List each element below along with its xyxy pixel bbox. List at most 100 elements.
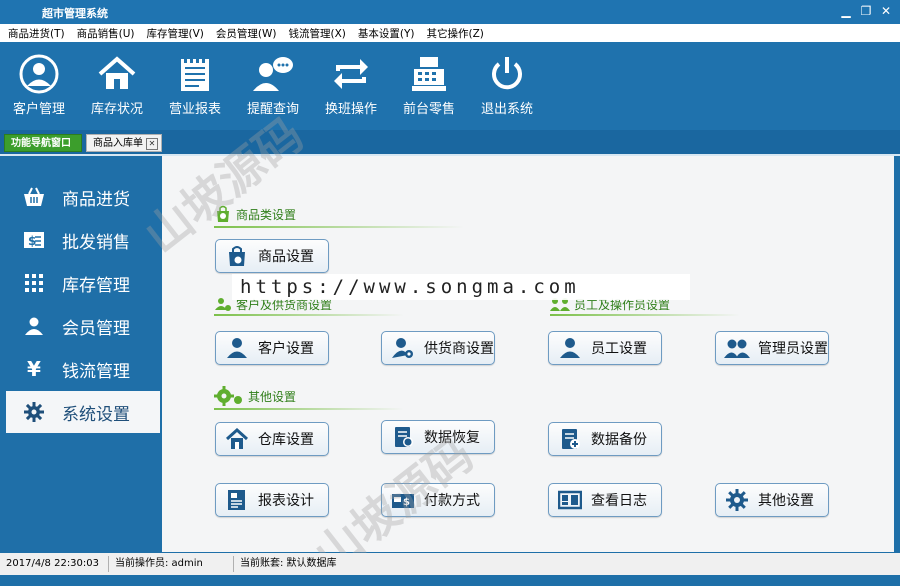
- menu-goods-purchase[interactable]: 商品进货(T): [4, 26, 69, 41]
- payment-method-button[interactable]: $ 付款方式: [381, 483, 495, 517]
- sidebar-item-label: 批发销售: [62, 232, 130, 253]
- user-gear-icon: [390, 337, 416, 359]
- menu-basic-settings[interactable]: 基本设置(Y): [354, 26, 419, 41]
- member-icon: [6, 317, 62, 335]
- toolbar-label: 营业报表: [168, 102, 221, 117]
- tab-label: 功能导航窗口: [11, 138, 71, 149]
- power-icon: [485, 52, 529, 96]
- sidebar: 商品进货 $ 批发销售 库存管理 会员管理 ¥ 钱流管理 系统设置: [0, 156, 160, 552]
- sidebar-item-system-settings[interactable]: 系统设置: [6, 391, 160, 433]
- sidebar-item-inventory[interactable]: 库存管理: [6, 262, 160, 304]
- gear-icon: [724, 489, 750, 511]
- menu-members[interactable]: 会员管理(W): [212, 26, 281, 41]
- section-goods-title: 商品类设置: [214, 205, 296, 223]
- data-restore-button[interactable]: 数据恢复: [381, 420, 495, 454]
- bag-gear-icon: [217, 205, 229, 222]
- toolbar-shift-change[interactable]: 换班操作: [312, 42, 390, 130]
- users-gear-icon: [215, 298, 231, 311]
- section-divider: [214, 314, 404, 316]
- document-backup-icon: [557, 428, 583, 450]
- status-account: 当前账套: 默认数据库: [240, 558, 337, 569]
- bag-gear-icon: [224, 245, 250, 267]
- user-circle-icon: [17, 52, 61, 96]
- group-icon: [724, 337, 750, 359]
- menu-goods-sales[interactable]: 商品销售(U): [73, 26, 139, 41]
- grid-icon: [6, 274, 62, 292]
- house-icon: [95, 52, 139, 96]
- cash-register-icon: [407, 52, 451, 96]
- close-button[interactable]: ✕: [878, 3, 894, 19]
- tab-label: 商品入库单: [93, 138, 143, 149]
- toolbar-inventory-status[interactable]: 库存状况: [78, 42, 156, 130]
- chat-user-icon: [251, 52, 295, 96]
- toolbar-front-retail[interactable]: 前台零售: [390, 42, 468, 130]
- restore-button[interactable]: ❐: [858, 3, 874, 19]
- main-toolbar: 客户管理 库存状况 营业报表 提醒查询 换班操作 前台零售 退出系统: [0, 42, 900, 130]
- toolbar-label: 前台零售: [402, 102, 455, 117]
- user-icon: [557, 337, 583, 359]
- section-divider: [550, 314, 740, 316]
- section-divider: [214, 408, 404, 410]
- yen-icon: ¥: [27, 357, 41, 381]
- notepad-icon: [173, 52, 217, 96]
- menu-inventory[interactable]: 库存管理(V): [143, 26, 208, 41]
- section-divider: [214, 226, 464, 228]
- report-icon: [224, 489, 250, 511]
- warehouse-settings-button[interactable]: 仓库设置: [215, 422, 329, 456]
- close-icon[interactable]: ✕: [146, 138, 158, 150]
- other-settings-button[interactable]: 其他设置: [715, 483, 829, 517]
- basket-icon: [6, 187, 62, 207]
- window-title: 超市管理系统: [42, 7, 108, 20]
- menu-cashflow[interactable]: 钱流管理(X): [284, 26, 349, 41]
- report-design-button[interactable]: 报表设计: [215, 483, 329, 517]
- sidebar-item-label: 会员管理: [62, 318, 130, 339]
- document-restore-icon: [390, 426, 416, 448]
- gear-icon: [6, 402, 62, 422]
- toolbar-label: 换班操作: [324, 102, 377, 117]
- sidebar-item-cashflow[interactable]: ¥ 钱流管理: [6, 348, 160, 390]
- menu-other-ops[interactable]: 其它操作(Z): [422, 26, 487, 41]
- sidebar-item-label: 钱流管理: [62, 361, 130, 382]
- view-log-button[interactable]: 查看日志: [548, 483, 662, 517]
- sidebar-item-goods-purchase[interactable]: 商品进货: [6, 176, 160, 218]
- minimize-button[interactable]: ▁: [838, 3, 854, 19]
- supplier-settings-button[interactable]: 供货商设置: [381, 331, 495, 365]
- function-navigation-panel: 商品类设置 商品设置 客户及供货商设置 员工及操作员设置 客户设置 供货商设置 …: [162, 156, 894, 552]
- customer-settings-button[interactable]: 客户设置: [215, 331, 329, 365]
- admin-settings-button[interactable]: 管理员设置: [715, 331, 829, 365]
- tab-strip: 功能导航窗口 商品入库单 ✕: [0, 130, 900, 156]
- user-icon: [224, 337, 250, 359]
- gears-icon: [214, 386, 242, 406]
- toolbar-customer-management[interactable]: 客户管理: [0, 42, 78, 130]
- sidebar-item-label: 库存管理: [62, 275, 130, 296]
- watermark-url: https://www.songma.com: [232, 274, 690, 300]
- sidebar-item-label: 商品进货: [62, 189, 130, 210]
- sidebar-item-members[interactable]: 会员管理: [6, 305, 160, 347]
- toolbar-label: 提醒查询: [246, 102, 299, 117]
- money-icon: $: [6, 231, 62, 249]
- swap-arrows-icon: [329, 52, 373, 96]
- tab-goods-receipt[interactable]: 商品入库单 ✕: [86, 134, 162, 152]
- log-icon: [557, 489, 583, 511]
- payment-icon: $: [390, 489, 416, 511]
- menu-bar: 商品进货(T) 商品销售(U) 库存管理(V) 会员管理(W) 钱流管理(X) …: [0, 24, 900, 42]
- toolbar-label: 客户管理: [12, 102, 65, 117]
- status-operator: 当前操作员: admin: [109, 556, 234, 572]
- data-backup-button[interactable]: 数据备份: [548, 422, 662, 456]
- sidebar-item-wholesale[interactable]: $ 批发销售: [6, 219, 160, 261]
- section-other-title: 其他设置: [214, 385, 296, 407]
- toolbar-label: 库存状况: [90, 102, 143, 117]
- sidebar-item-label: 系统设置: [62, 404, 130, 425]
- svg-text:$: $: [403, 497, 410, 508]
- toolbar-business-report[interactable]: 营业报表: [156, 42, 234, 130]
- toolbar-reminder-query[interactable]: 提醒查询: [234, 42, 312, 130]
- goods-settings-button[interactable]: 商品设置: [215, 239, 329, 273]
- house-icon: [224, 428, 250, 450]
- toolbar-exit-system[interactable]: 退出系统: [468, 42, 546, 130]
- status-bar: 2017/4/8 22:30:03 当前操作员: admin 当前账套: 默认数…: [0, 553, 900, 575]
- title-bar: 超市管理系统 ▁ ❐ ✕: [0, 0, 900, 24]
- tab-function-navigation[interactable]: 功能导航窗口: [4, 134, 82, 152]
- status-datetime: 2017/4/8 22:30:03: [0, 556, 109, 572]
- toolbar-label: 退出系统: [480, 102, 533, 117]
- employee-settings-button[interactable]: 员工设置: [548, 331, 662, 365]
